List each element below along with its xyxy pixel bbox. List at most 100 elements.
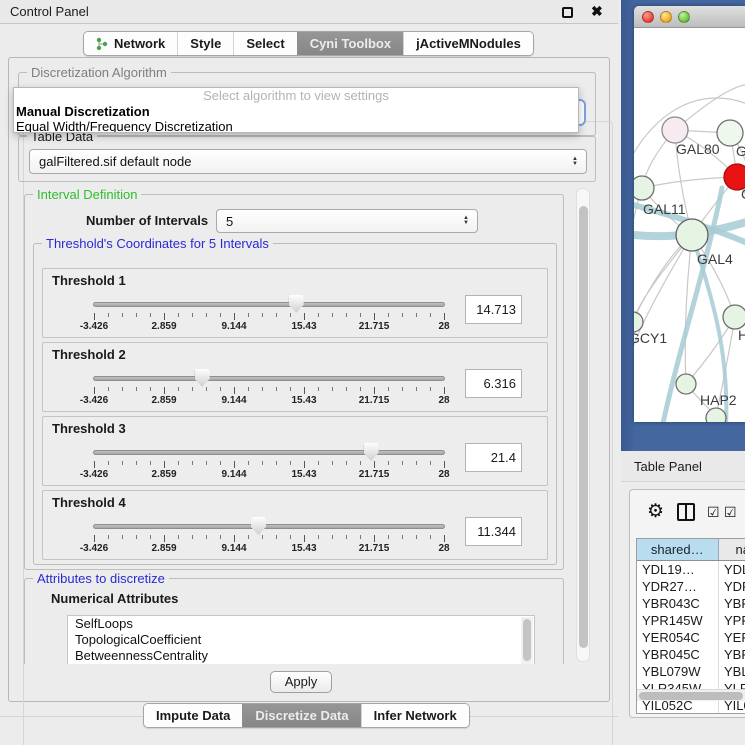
checkbox-icon[interactable]: ☑ bbox=[724, 504, 737, 521]
table-row[interactable]: YBR043CYBR0 bbox=[637, 595, 745, 612]
close-traffic-light-icon[interactable] bbox=[642, 11, 654, 23]
threshold-value-field[interactable]: 11.344 bbox=[465, 517, 522, 546]
network-node-gal80[interactable] bbox=[662, 117, 688, 143]
threshold-panel: Threshold 4 -3.4262.8599.14415.4321.7152… bbox=[42, 490, 548, 560]
column-header-shared-name[interactable]: shared… bbox=[637, 539, 719, 560]
cell-shared-name[interactable]: YER054C bbox=[637, 629, 719, 646]
threshold-slider-thumb[interactable] bbox=[364, 443, 379, 461]
tab-network[interactable]: Network bbox=[84, 32, 177, 55]
cell-name[interactable]: YDR2 bbox=[719, 578, 745, 595]
table-row[interactable]: YDR27…YDR2 bbox=[637, 578, 745, 595]
tick-mark bbox=[248, 535, 249, 539]
cell-shared-name[interactable]: YBL079W bbox=[637, 663, 719, 680]
tick-label: 21.715 bbox=[359, 543, 390, 554]
dropdown-option-equal-width-frequency-discretization[interactable]: Equal Width/Frequency Discretization bbox=[14, 119, 578, 133]
threshold-value-field[interactable]: 14.713 bbox=[465, 295, 522, 324]
table-row[interactable]: YBR045CYBR0 bbox=[637, 646, 745, 663]
table-row[interactable]: YDL19…YDL1 bbox=[637, 561, 745, 578]
interval-definition-group: Interval Definition Number of Intervals … bbox=[24, 194, 564, 570]
slider-ticks bbox=[94, 387, 444, 395]
number-of-intervals-combobox[interactable]: 5 ▲▼ bbox=[216, 209, 478, 233]
tick-mark bbox=[346, 313, 347, 317]
cell-name[interactable]: YBR0 bbox=[719, 646, 745, 663]
settings-vertical-scrollbar[interactable] bbox=[576, 188, 590, 662]
threshold-slider-thumb[interactable] bbox=[195, 369, 210, 387]
network-view-window: GAL80GACGAL11GAL4GCY1HHAP2 bbox=[634, 6, 745, 422]
threshold-slider-thumb[interactable] bbox=[251, 517, 266, 535]
tab-label: Network bbox=[114, 36, 165, 51]
attribute-list-item-betweennesscentrality[interactable]: BetweennessCentrality bbox=[68, 648, 534, 664]
dropdown-options: Manual DiscretizationEqual Width/Frequen… bbox=[14, 104, 578, 133]
cell-name[interactable]: YDL1 bbox=[719, 561, 745, 578]
zoom-traffic-light-icon[interactable] bbox=[678, 11, 690, 23]
tab-impute-data[interactable]: Impute Data bbox=[144, 704, 242, 727]
threshold-slider-track[interactable] bbox=[93, 302, 445, 307]
tick-label: 2.859 bbox=[151, 543, 176, 554]
gear-icon[interactable]: ⚙ bbox=[647, 500, 664, 523]
scrollbar-thumb[interactable] bbox=[579, 206, 588, 648]
table-row[interactable]: YBL079WYBL0 bbox=[637, 663, 745, 680]
cell-name[interactable]: YBR0 bbox=[719, 595, 745, 612]
threshold-slider-thumb[interactable] bbox=[289, 295, 304, 313]
attributes-list-scrollbar[interactable] bbox=[521, 617, 533, 664]
slider-ticks bbox=[94, 461, 444, 469]
tab-select[interactable]: Select bbox=[233, 32, 296, 55]
tick-mark bbox=[220, 313, 221, 317]
cell-shared-name[interactable]: YDR27… bbox=[637, 578, 719, 595]
threshold-slider-track[interactable] bbox=[93, 450, 445, 455]
tab-jactivemnodules[interactable]: jActiveMNodules bbox=[403, 32, 533, 55]
tab-style[interactable]: Style bbox=[177, 32, 233, 55]
cell-name[interactable]: YPR1 bbox=[719, 612, 745, 629]
tab-discretize-data[interactable]: Discretize Data bbox=[242, 704, 360, 727]
threshold-slider-track[interactable] bbox=[93, 376, 445, 381]
tab-cyni-toolbox[interactable]: Cyni Toolbox bbox=[297, 32, 403, 55]
tick-mark bbox=[430, 535, 431, 539]
cell-shared-name[interactable]: YBR043C bbox=[637, 595, 719, 612]
cell-shared-name[interactable]: YBR045C bbox=[637, 646, 719, 663]
tick-mark bbox=[304, 387, 305, 394]
network-node-hap2[interactable] bbox=[676, 374, 696, 394]
threshold-panel: Threshold 2 -3.4262.8599.14415.4321.7152… bbox=[42, 342, 548, 412]
network-window-titlebar[interactable] bbox=[634, 6, 745, 28]
table-row[interactable]: YPR145WYPR1 bbox=[637, 612, 745, 629]
cell-shared-name[interactable]: YDL19… bbox=[637, 561, 719, 578]
float-window-icon[interactable] bbox=[562, 7, 573, 18]
node-attribute-table[interactable]: shared… na YDL19…YDL1YDR27…YDR2YBR043CYB… bbox=[636, 538, 745, 714]
network-node-h[interactable] bbox=[723, 305, 745, 329]
checkbox-icon[interactable]: ☑ bbox=[707, 504, 720, 521]
threshold-slider-track[interactable] bbox=[93, 524, 445, 529]
network-node-gcy1[interactable] bbox=[634, 312, 643, 332]
tick-mark bbox=[290, 461, 291, 465]
cell-name[interactable]: YBL0 bbox=[719, 663, 745, 680]
numerical-attributes-list[interactable]: SelfLoopsTopologicalCoefficientBetweenne… bbox=[67, 615, 535, 664]
node-label: GAL80 bbox=[676, 141, 720, 157]
close-icon[interactable]: ✖ bbox=[591, 3, 603, 20]
attribute-list-item-selfloops[interactable]: SelfLoops bbox=[68, 616, 534, 632]
table-header-row[interactable]: shared… na bbox=[637, 539, 745, 561]
network-node-gal11[interactable] bbox=[634, 176, 654, 200]
columns-icon[interactable] bbox=[677, 503, 695, 521]
network-node-gal4[interactable] bbox=[676, 219, 708, 251]
scrollbar-thumb[interactable] bbox=[639, 692, 743, 700]
tick-label: 9.144 bbox=[221, 321, 246, 332]
tab-infer-network[interactable]: Infer Network bbox=[361, 704, 469, 727]
network-node[interactable] bbox=[706, 408, 726, 422]
table-data-combobox[interactable]: galFiltered.sif default node ▲▼ bbox=[29, 149, 587, 174]
bottom-tab-bar: Impute DataDiscretize DataInfer Network bbox=[143, 703, 470, 728]
minimize-traffic-light-icon[interactable] bbox=[660, 11, 672, 23]
threshold-value-field[interactable]: 21.4 bbox=[465, 443, 522, 472]
table-row[interactable]: YER054CYER0 bbox=[637, 629, 745, 646]
threshold-value-field[interactable]: 6.316 bbox=[465, 369, 522, 398]
network-canvas[interactable]: GAL80GACGAL11GAL4GCY1HHAP2 bbox=[634, 28, 745, 422]
column-header-name[interactable]: na bbox=[719, 539, 745, 560]
dropdown-option-manual-discretization[interactable]: Manual Discretization bbox=[14, 104, 578, 119]
cell-shared-name[interactable]: YPR145W bbox=[637, 612, 719, 629]
apply-button[interactable]: Apply bbox=[270, 671, 332, 693]
attribute-list-item-topologicalcoefficient[interactable]: TopologicalCoefficient bbox=[68, 632, 534, 648]
cell-name[interactable]: YER0 bbox=[719, 629, 745, 646]
tick-mark bbox=[206, 535, 207, 539]
tick-label: 15.43 bbox=[291, 469, 316, 480]
slider-tick-labels: -3.4262.8599.14415.4321.71528 bbox=[94, 543, 444, 555]
table-horizontal-scrollbar[interactable] bbox=[637, 689, 745, 701]
tick-label: -3.426 bbox=[80, 321, 108, 332]
